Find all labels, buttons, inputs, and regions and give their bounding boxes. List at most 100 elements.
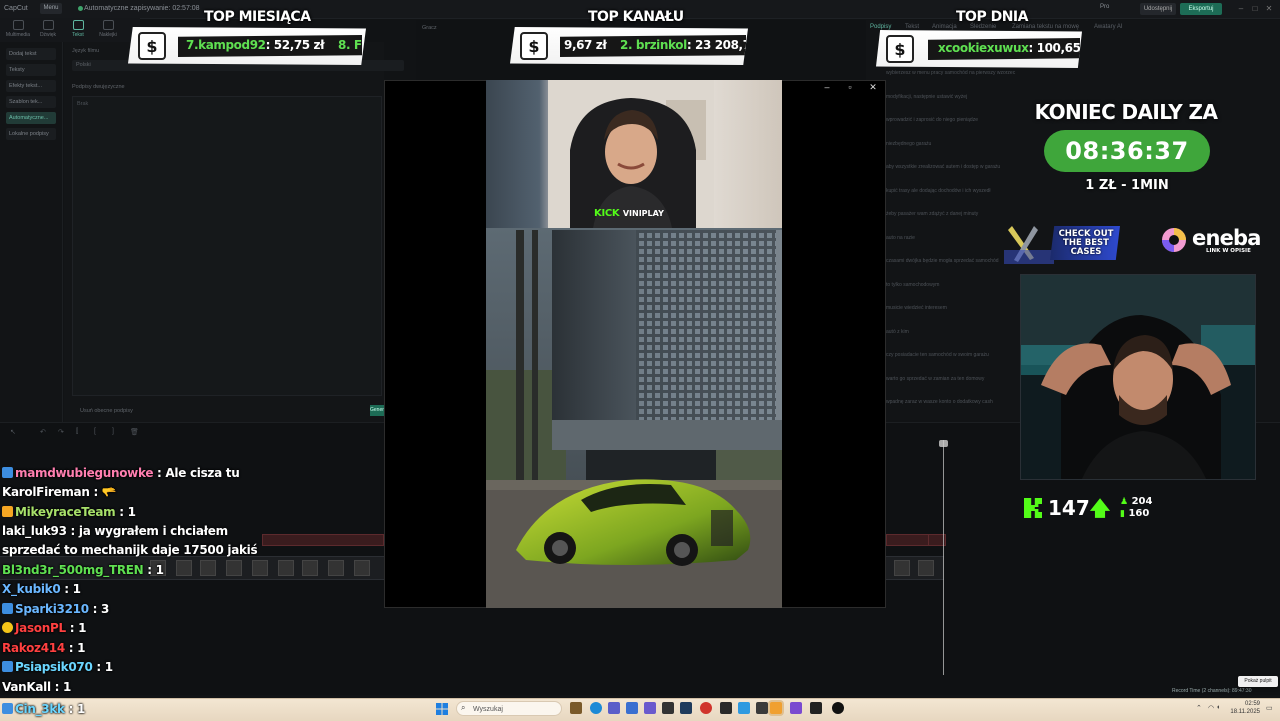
file-explorer-icon[interactable]	[570, 702, 582, 714]
clear-captions-label[interactable]: Usuń obecne podpisy	[80, 408, 133, 414]
share-button[interactable]: Udostępnij	[1140, 3, 1176, 15]
chat-message: Rakoz414 : 1	[2, 641, 86, 655]
toolbar-text[interactable]: Tekst	[64, 20, 92, 38]
active-app-icon[interactable]	[770, 702, 782, 714]
top-channel-prev-amount: 9,67 zł	[564, 38, 607, 52]
top-channel-title: TOP KANAŁU	[588, 9, 684, 25]
notification-bell-icon[interactable]: ▭	[1266, 704, 1273, 712]
video-minimize-icon[interactable]: –	[821, 82, 833, 92]
playhead[interactable]	[943, 440, 944, 675]
video-track-clip[interactable]	[886, 556, 944, 580]
video-maximize-icon[interactable]: ▫	[844, 82, 856, 92]
daily-rate: 1 ZŁ - 1MIN	[1085, 178, 1169, 193]
delete-icon[interactable]: 🗑	[130, 428, 139, 436]
top-month-entry-name: 7.kampod92	[186, 38, 266, 52]
discord-icon[interactable]	[644, 702, 656, 714]
split-icon[interactable]: ⫿	[76, 428, 78, 436]
top-month-box: $ 7.kampod92: 52,75 zł 8. F	[128, 27, 366, 65]
tray-chevron-icon[interactable]: ⌃	[1196, 704, 1202, 712]
subtitle-line[interactable]: aby wszystkie zrealizować autem i dostęp…	[886, 164, 1000, 170]
chat-message: KarolFireman : 🫳	[2, 485, 117, 499]
captions-textarea[interactable]: Brak	[72, 96, 382, 396]
top-day-box: $ xcookiexuwux: 100,65 zł	[876, 30, 1082, 68]
outlook-icon[interactable]	[626, 702, 638, 714]
chat-message: X_kubik0 : 1	[2, 582, 81, 596]
taskbar-search-input[interactable]: Wyszukaj	[456, 701, 562, 716]
chat-badge-icon	[2, 622, 13, 633]
wifi-icon[interactable]: ◠	[1208, 704, 1214, 712]
eneba-link-note: LINK W OPISIE	[1206, 248, 1251, 254]
side-item-add-text[interactable]: Dodaj tekst	[6, 48, 56, 60]
eneba-logo-icon	[1162, 228, 1186, 252]
edge-icon[interactable]	[590, 702, 602, 714]
windows-start-icon[interactable]	[436, 702, 448, 715]
sticker-icon	[102, 20, 114, 30]
streamer-webcam	[1020, 274, 1256, 480]
obs-icon[interactable]	[832, 702, 844, 714]
top-month-next-entry: 8. F	[338, 38, 362, 52]
side-item-text-effects[interactable]: Efekty tekst...	[6, 80, 56, 92]
toolbar-media[interactable]: Multimedia	[4, 20, 32, 38]
kick-stat-followers: ♟ 204	[1120, 496, 1153, 507]
vegas-icon[interactable]	[680, 702, 692, 714]
side-item-auto-captions[interactable]: Automatyczne...	[6, 112, 56, 124]
split-left-icon[interactable]: [	[94, 428, 96, 435]
subtitle-line[interactable]: wpadnę zaraz w wasze konto o dodatkowy c…	[886, 399, 993, 405]
subtitle-line[interactable]: czy posiadacie ten samochód w swoim gara…	[886, 352, 989, 358]
subtitle-line[interactable]: kupić trasy ale dodając dochodów i ich w…	[886, 188, 991, 194]
toolbar-stickers[interactable]: Naklejki	[94, 20, 122, 38]
subtitle-line[interactable]: auto na razie	[886, 235, 915, 241]
subtitle-line[interactable]: modyfikacji, następnie ustawić wyżej	[886, 94, 967, 100]
minimize-icon[interactable]: –	[1236, 4, 1246, 14]
redo-icon[interactable]: ↷	[58, 428, 64, 436]
maximize-icon[interactable]: □	[1250, 4, 1260, 14]
volume-icon[interactable]: ◖	[1216, 704, 1220, 711]
steam-icon[interactable]	[662, 702, 674, 714]
app-icon[interactable]	[790, 702, 802, 714]
subtitle-line[interactable]: niezbędnego garażu	[886, 141, 931, 147]
capcut-icon[interactable]	[810, 702, 822, 714]
app-icon[interactable]	[738, 702, 750, 714]
tab-text[interactable]: Tekst	[905, 24, 919, 30]
side-item-local-captions[interactable]: Lokalne podpisy	[6, 128, 56, 140]
playhead-handle[interactable]	[939, 440, 948, 447]
taskbar-clock[interactable]: 02:59 18.11.2025	[1226, 700, 1260, 716]
subtitle-line[interactable]: warto go sprzedać w zamian za ten domowy	[886, 376, 984, 382]
tab-animation[interactable]: Animacja	[932, 24, 957, 30]
side-item-texts[interactable]: Teksty	[6, 64, 56, 76]
text-icon	[72, 20, 84, 30]
subtitle-line[interactable]: to tylko samochodowym	[886, 282, 939, 288]
subtitle-clip[interactable]	[262, 534, 384, 546]
subtitle-line[interactable]: czasami dwójka będzie mogła sprzedać sam…	[886, 258, 999, 264]
split-right-icon[interactable]: ]	[112, 428, 114, 435]
chat-message: MikeyraceTeam : 1	[2, 505, 136, 519]
pro-button[interactable]: Pro	[1100, 4, 1128, 14]
generate-button[interactable]: Generuj	[370, 405, 384, 416]
export-button[interactable]: Eksportuj	[1180, 3, 1222, 15]
subtitle-line[interactable]: wprowadzić i zaprosić do niego pieniądze	[886, 117, 978, 123]
teams-icon[interactable]	[608, 702, 620, 714]
menu-button[interactable]: Menu	[40, 3, 62, 14]
video-close-icon[interactable]: ✕	[867, 82, 879, 93]
tab-captions[interactable]: Podpisy	[870, 24, 891, 30]
side-item-text-templates[interactable]: Szablon tek...	[6, 96, 56, 108]
bilingual-label: Podpisy dwujęzyczne	[72, 84, 125, 90]
chat-message: Cin_3kk : 1	[2, 702, 85, 716]
app-name: CapCut	[4, 5, 28, 12]
top-day-entry-name: xcookiexuwux	[938, 41, 1029, 55]
select-tool-icon[interactable]: ↖	[10, 428, 16, 436]
subtitle-line[interactable]: wybierzesz w menu pracy samochód na pier…	[886, 70, 1015, 76]
close-icon[interactable]: ✕	[1264, 4, 1274, 14]
app-icon[interactable]	[756, 702, 768, 714]
tab-ai-avatars[interactable]: Awatary AI	[1094, 24, 1123, 30]
arrow-up-icon: 🡅	[1089, 496, 1111, 520]
subtitle-line[interactable]: żeby pasażer wam zdążyć z danej minuty	[886, 211, 978, 217]
toolbar-audio[interactable]: Dźwięk	[34, 20, 62, 38]
app-icon[interactable]	[720, 702, 732, 714]
video-kick-name: VINIPLAY	[622, 209, 664, 218]
subtitle-line[interactable]: musicie wiedzieć interesem	[886, 305, 947, 311]
audio-icon	[42, 20, 54, 30]
opera-icon[interactable]	[700, 702, 712, 714]
undo-icon[interactable]: ↶	[40, 428, 46, 436]
subtitle-line[interactable]: autó z kim	[886, 329, 909, 335]
